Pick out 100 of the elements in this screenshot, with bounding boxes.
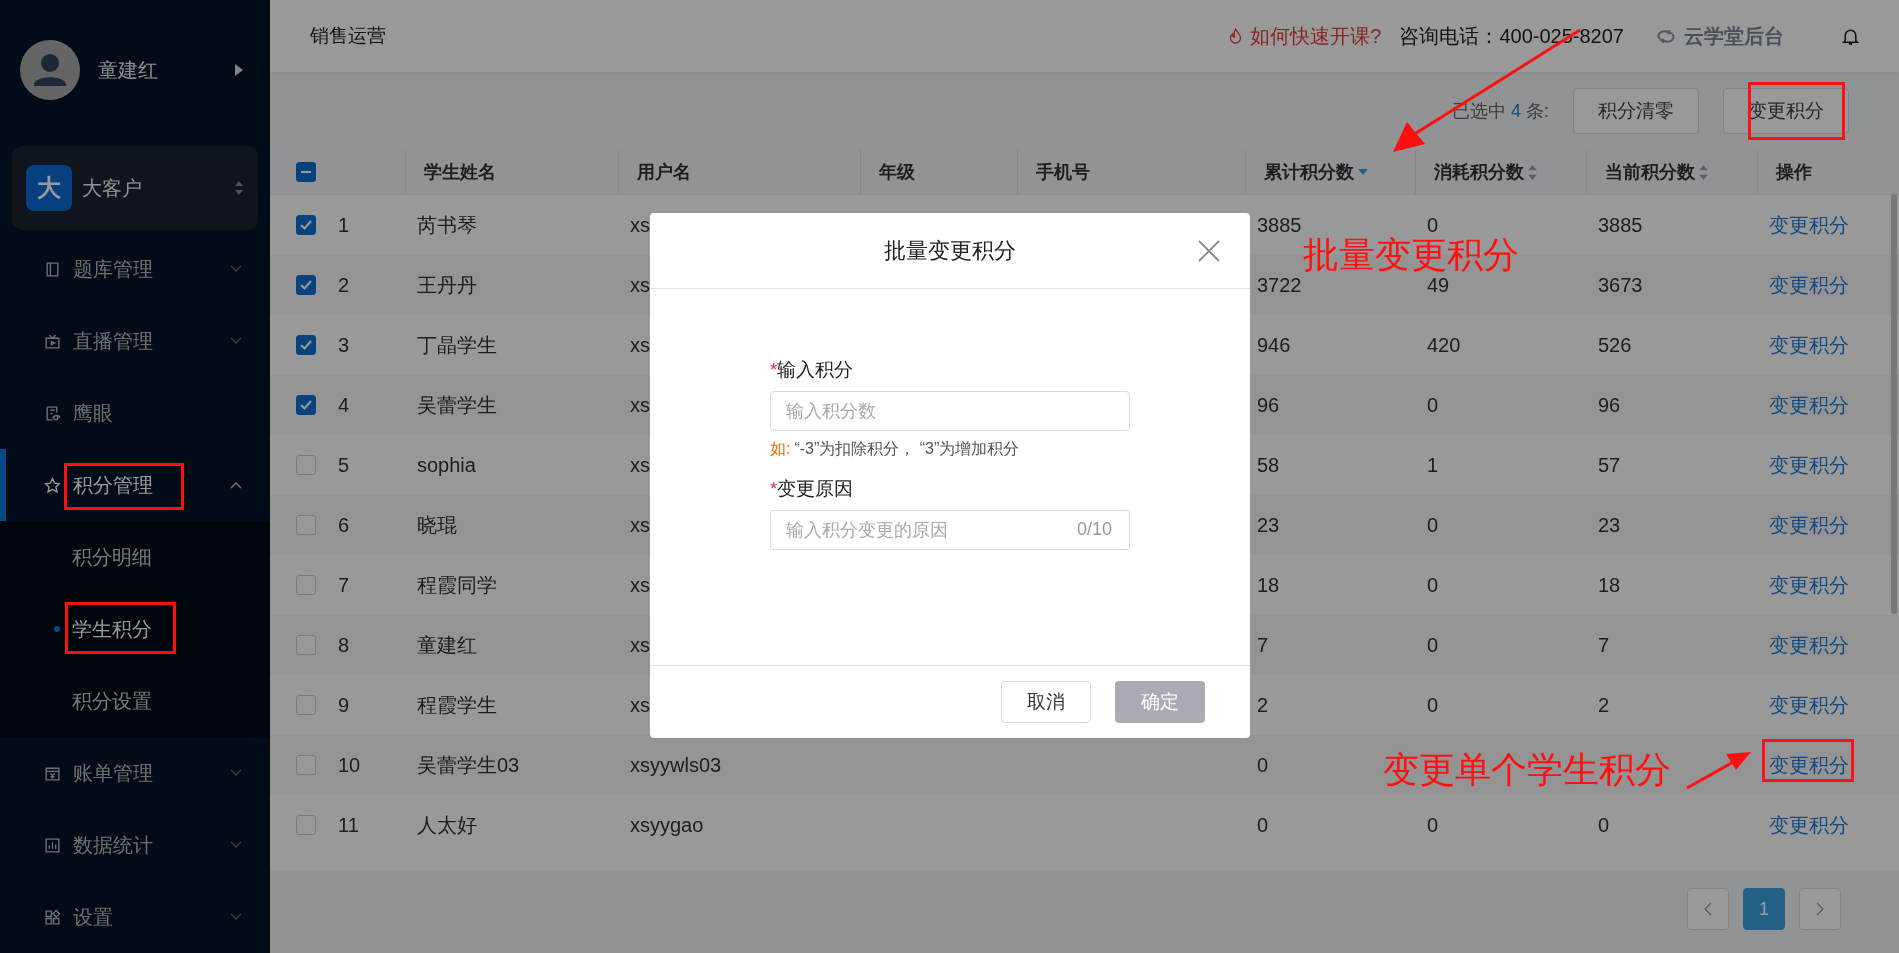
star-icon bbox=[44, 476, 61, 494]
menu-item[interactable]: 账单管理 bbox=[0, 737, 270, 809]
table-cell: 49 bbox=[1427, 273, 1450, 296]
menu-item[interactable]: 数据统计 bbox=[0, 809, 270, 881]
help-link[interactable]: 如何快速开课? bbox=[1250, 22, 1382, 50]
toolbar-button[interactable]: 积分清零 bbox=[1573, 88, 1699, 134]
column-header: 手机号 bbox=[1017, 150, 1245, 194]
table-cell: 童建红 bbox=[417, 633, 477, 656]
hint-text: “-3”为扣除积分， “3”为增加积分 bbox=[794, 439, 1020, 459]
dialog-title: 批量变更积分 bbox=[884, 236, 1016, 265]
change-points-link[interactable]: 变更积分 bbox=[1769, 513, 1849, 536]
scrollbar[interactable] bbox=[1891, 194, 1897, 614]
brand-name: 云学堂后台 bbox=[1684, 23, 1784, 49]
change-points-link[interactable]: 变更积分 bbox=[1769, 213, 1849, 236]
menu-item[interactable]: 直播管理 bbox=[0, 305, 270, 377]
org-badge: 大 bbox=[26, 165, 72, 211]
table-cell: 王丹丹 bbox=[417, 273, 477, 296]
table-cell: 7 bbox=[1598, 633, 1610, 656]
caret-icon[interactable] bbox=[234, 63, 244, 77]
row-number: 1 bbox=[338, 213, 350, 237]
row-checkbox[interactable] bbox=[296, 335, 316, 355]
menu-item[interactable]: 题库管理 bbox=[0, 233, 270, 305]
change-points-link[interactable]: 变更积分 bbox=[1769, 813, 1849, 836]
input-field[interactable]: 输入积分数 bbox=[770, 391, 1130, 431]
previous-page-button[interactable] bbox=[1687, 888, 1729, 930]
change-points-link[interactable]: 变更积分 bbox=[1769, 693, 1849, 716]
column-header: 年级 bbox=[860, 150, 1017, 194]
table-cell: 23 bbox=[1257, 513, 1280, 536]
menu-item[interactable]: 鹰眼 bbox=[0, 377, 270, 449]
table-cell: 0 bbox=[1427, 633, 1439, 656]
table-cell: 0 bbox=[1257, 753, 1269, 776]
submenu-item[interactable]: 积分明细 bbox=[0, 521, 270, 593]
row-number: 4 bbox=[338, 393, 350, 417]
user-name: 童建红 bbox=[98, 57, 159, 83]
sort-icon bbox=[234, 180, 244, 196]
change-points-link[interactable]: 变更积分 bbox=[1769, 333, 1849, 356]
table-cell: 2 bbox=[1257, 693, 1269, 716]
row-number: 3 bbox=[338, 333, 350, 357]
cancel-button[interactable]: 取消 bbox=[1001, 681, 1091, 723]
next-page-button[interactable] bbox=[1799, 888, 1841, 930]
table-cell: 吴蕾学生 bbox=[417, 393, 497, 416]
row-number: 2 bbox=[338, 273, 350, 297]
table-cell: xs bbox=[630, 513, 650, 536]
row-checkbox[interactable] bbox=[296, 275, 316, 295]
page-button[interactable]: 1 bbox=[1743, 888, 1785, 930]
checkmark-icon bbox=[300, 400, 312, 410]
org-switcher[interactable]: 大 大客户 bbox=[12, 146, 258, 230]
table-cell: xs bbox=[630, 213, 650, 236]
checkmark-icon bbox=[300, 340, 312, 350]
row-checkbox[interactable] bbox=[296, 395, 316, 415]
row-checkbox[interactable] bbox=[296, 215, 316, 235]
table-cell: 57 bbox=[1598, 453, 1621, 476]
document-eye-icon bbox=[44, 404, 61, 422]
select-all-checkbox[interactable] bbox=[296, 162, 316, 182]
change-points-link[interactable]: 变更积分 bbox=[1769, 453, 1849, 476]
table-cell: 3722 bbox=[1257, 273, 1302, 296]
table-cell: 0 bbox=[1427, 393, 1439, 416]
notification-bell-icon[interactable] bbox=[1842, 26, 1859, 46]
table-cell: xsyywls03 bbox=[630, 753, 722, 776]
submenu-item[interactable]: 积分设置 bbox=[0, 665, 270, 737]
table-cell: 2 bbox=[1598, 693, 1610, 716]
submenu-item[interactable]: 学生积分 bbox=[0, 593, 270, 665]
table-cell: 23 bbox=[1598, 513, 1621, 536]
table-cell: xsyygao bbox=[630, 813, 704, 836]
column-header[interactable]: 消耗积分数 bbox=[1415, 150, 1586, 194]
hint-label: 如: bbox=[770, 439, 791, 459]
table-cell: xs bbox=[630, 573, 650, 596]
change-points-link[interactable]: 变更积分 bbox=[1769, 633, 1849, 656]
table-cell: 0 bbox=[1427, 693, 1439, 716]
table-cell: xs bbox=[630, 273, 650, 296]
table-cell: sophia bbox=[417, 453, 476, 476]
column-header[interactable]: 当前积分数 bbox=[1586, 150, 1757, 194]
annotation-text: 变更单个学生积分 bbox=[1383, 752, 1671, 788]
table-cell: 3673 bbox=[1598, 273, 1643, 296]
change-points-link[interactable]: 变更积分 bbox=[1769, 573, 1849, 596]
table-cell: 946 bbox=[1257, 333, 1291, 356]
checkmark-icon bbox=[300, 220, 312, 230]
menu-item[interactable]: 设置 bbox=[0, 881, 270, 953]
checkmark-icon bbox=[300, 280, 312, 290]
bar-chart-icon bbox=[44, 836, 61, 854]
field-label: *输入积分 bbox=[770, 358, 855, 382]
org-name: 大客户 bbox=[82, 175, 143, 201]
flame-icon bbox=[1229, 28, 1243, 44]
change-points-link[interactable]: 变更积分 bbox=[1769, 273, 1849, 296]
grid-icon bbox=[44, 908, 61, 926]
column-header: 用户名 bbox=[618, 150, 860, 194]
table-cell: 0 bbox=[1427, 813, 1439, 836]
table-cell: 96 bbox=[1257, 393, 1280, 416]
close-icon[interactable] bbox=[1198, 240, 1220, 262]
row-number: 10 bbox=[338, 753, 361, 777]
table-cell: 晓琨 bbox=[417, 513, 457, 536]
row-number: 9 bbox=[338, 693, 350, 717]
row-number: 7 bbox=[338, 573, 350, 597]
table-cell: 人太好 bbox=[417, 813, 477, 836]
table-cell: 0 bbox=[1598, 813, 1610, 836]
refresh-icon bbox=[1656, 28, 1676, 44]
change-points-link[interactable]: 变更积分 bbox=[1769, 393, 1849, 416]
change-points-link[interactable]: 变更积分 bbox=[1769, 753, 1849, 776]
table-cell: xs bbox=[630, 333, 650, 356]
table-cell: 58 bbox=[1257, 453, 1280, 476]
